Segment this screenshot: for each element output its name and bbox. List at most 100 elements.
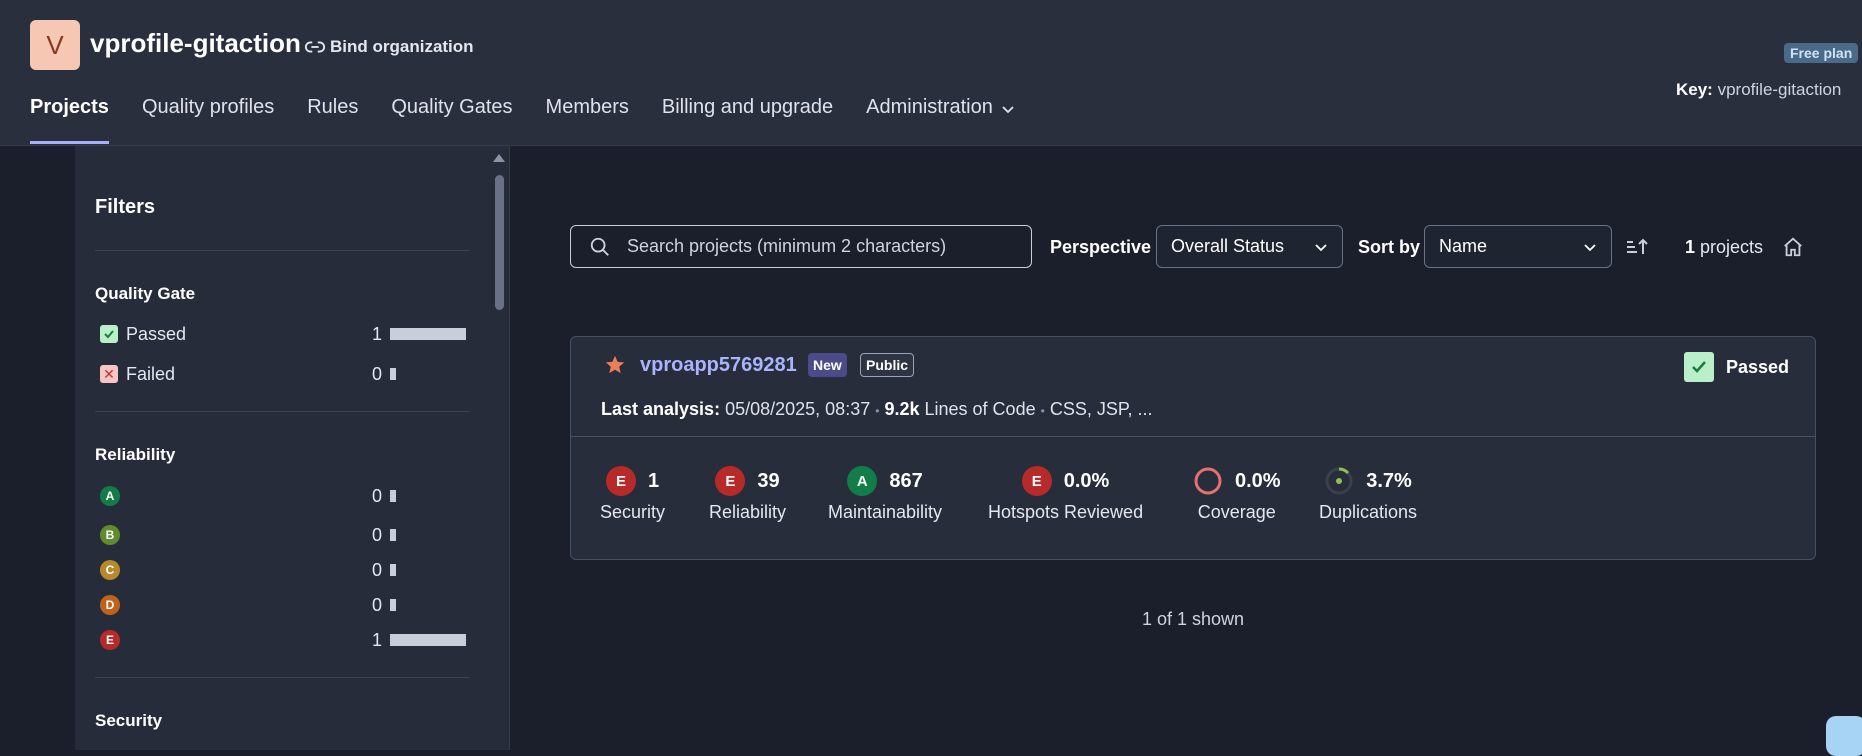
loc-value: 9.2k: [884, 399, 920, 419]
org-name[interactable]: vprofile-gitaction: [90, 28, 301, 59]
public-tag: Public: [860, 353, 915, 377]
sort-direction-icon[interactable]: [1625, 236, 1649, 258]
filter-count: 0: [371, 485, 382, 506]
left-gutter: [0, 146, 75, 750]
project-count-label: projects: [1700, 237, 1764, 257]
rating-a-badge: A: [100, 486, 120, 506]
metric-maintainability[interactable]: A 867 Maintainability: [828, 466, 942, 523]
check-icon: [1684, 352, 1714, 382]
perspective-label: Perspective: [1050, 237, 1152, 257]
bind-organization-link[interactable]: Bind organization: [304, 36, 474, 58]
filter-reliability-c[interactable]: C 0: [100, 558, 466, 582]
bind-organization-label: Bind organization: [330, 37, 474, 56]
search-icon: [590, 237, 609, 256]
quality-gate-filter-title: Quality Gate: [95, 284, 196, 303]
star-icon[interactable]: [604, 354, 626, 376]
filter-count: 0: [371, 559, 382, 580]
help-widget-icon[interactable]: [1826, 716, 1862, 756]
org-key: Key: vprofile-gitaction: [1676, 80, 1841, 100]
org-key-label: Key:: [1676, 80, 1713, 99]
last-analysis-label: Last analysis:: [601, 399, 721, 419]
org-key-value: vprofile-gitaction: [1717, 80, 1842, 99]
nav-members[interactable]: Members: [546, 96, 629, 144]
metric-value: 867: [889, 469, 923, 492]
nav-billing[interactable]: Billing and upgrade: [662, 96, 833, 144]
filter-qg-passed[interactable]: Passed 1: [100, 322, 466, 346]
filter-label: Passed: [126, 323, 187, 344]
filter-bar: [390, 634, 466, 646]
nav-quality-gates[interactable]: Quality Gates: [391, 96, 512, 144]
metric-duplications[interactable]: 3.7% Duplications: [1319, 466, 1417, 523]
loc-label: Lines of Code: [924, 399, 1036, 419]
filter-count: 1: [371, 629, 382, 650]
rating-d-badge: D: [100, 595, 120, 615]
metric-value: 39: [757, 469, 780, 492]
rating-e-badge: E: [1021, 466, 1052, 496]
sortby-select[interactable]: Name: [1424, 225, 1612, 268]
cross-icon: ✕: [100, 365, 118, 383]
search-box[interactable]: [570, 225, 1032, 268]
nav-projects[interactable]: Projects: [30, 96, 109, 144]
metric-coverage[interactable]: 0.0% Coverage: [1193, 466, 1281, 523]
project-count: 1 projects: [1685, 237, 1763, 258]
metric-hotspots-reviewed[interactable]: E 0.0% Hotspots Reviewed: [988, 466, 1143, 523]
metric-security[interactable]: E 1 Security: [600, 466, 665, 523]
metric-label: Hotspots Reviewed: [988, 502, 1144, 522]
chevron-down-icon: [1002, 106, 1014, 114]
plan-badge: Free plan: [1784, 43, 1859, 63]
chevron-down-icon: [1584, 243, 1596, 251]
filter-reliability-d[interactable]: D 0: [100, 593, 466, 617]
nav-administration-label: Administration: [866, 96, 993, 118]
separator: •: [875, 404, 880, 418]
filter-bar: [390, 490, 396, 502]
search-input[interactable]: [625, 235, 1009, 258]
rating-e-badge: E: [100, 630, 120, 650]
link-icon: [304, 41, 326, 53]
rating-e-badge: E: [605, 466, 636, 496]
metric-label: Reliability: [709, 502, 787, 522]
rating-a-badge: A: [847, 466, 878, 496]
separator: •: [1040, 404, 1045, 418]
filter-reliability-b[interactable]: B 0: [100, 523, 466, 547]
last-analysis-date: 05/08/2025, 08:37: [725, 399, 871, 419]
project-name-link[interactable]: vproapp5769281: [640, 354, 797, 377]
new-tag: New: [808, 353, 847, 377]
filter-reliability-a[interactable]: A 0: [100, 484, 466, 508]
home-icon[interactable]: [1782, 236, 1804, 258]
project-count-value: 1: [1685, 237, 1696, 257]
divider: [95, 250, 470, 251]
filter-qg-failed[interactable]: ✕ Failed 0: [100, 362, 466, 386]
nav-quality-profiles[interactable]: Quality profiles: [142, 96, 274, 144]
metric-label: Duplications: [1319, 502, 1418, 522]
filter-label: Failed: [126, 363, 176, 384]
scroll-up-arrow[interactable]: [493, 154, 505, 162]
filter-bar: [390, 529, 396, 541]
filters-title: Filters: [95, 196, 156, 218]
filter-count: 0: [371, 524, 382, 545]
divider: [95, 677, 470, 678]
nav-administration[interactable]: Administration: [866, 96, 1015, 144]
filter-bar: [390, 328, 466, 340]
metric-value: 3.7%: [1366, 469, 1412, 492]
rating-c-badge: C: [100, 560, 120, 580]
duplications-ring-icon: [1325, 467, 1353, 495]
perspective-select[interactable]: Overall Status: [1156, 225, 1343, 268]
coverage-ring-icon: [1194, 467, 1222, 495]
nav-rules[interactable]: Rules: [307, 96, 358, 144]
metric-value: 0.0%: [1235, 469, 1281, 492]
sidebar-scrollbar[interactable]: [495, 175, 504, 310]
languages: CSS, JSP, ...: [1049, 399, 1153, 419]
filter-count: 1: [371, 323, 382, 344]
rating-e-badge: E: [715, 466, 746, 496]
org-avatar[interactable]: V: [30, 20, 80, 70]
filter-reliability-e[interactable]: E 1: [100, 628, 466, 652]
filter-count: 0: [371, 363, 382, 384]
rating-b-badge: B: [100, 525, 120, 545]
metric-label: Maintainability: [828, 502, 943, 522]
metric-reliability[interactable]: E 39 Reliability: [709, 466, 786, 523]
security-filter-title: Security: [95, 711, 163, 730]
results-shown: 1 of 1 shown: [1142, 609, 1245, 629]
filter-bar: [390, 599, 396, 611]
metric-value: 0.0%: [1063, 469, 1110, 492]
metric-label: Security: [600, 502, 666, 522]
